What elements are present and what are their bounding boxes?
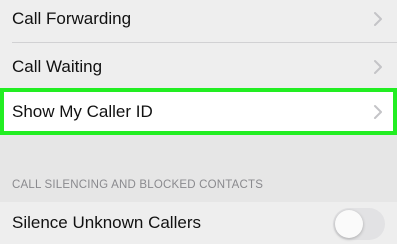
section-header-call-silencing: CALL SILENCING AND BLOCKED CONTACTS bbox=[12, 179, 264, 191]
chevron-right-icon bbox=[374, 12, 382, 26]
toggle-knob bbox=[335, 210, 363, 238]
show-caller-id-label: Show My Caller ID bbox=[12, 101, 153, 121]
call-forwarding-label: Call Forwarding bbox=[12, 9, 132, 28]
chevron-right-icon bbox=[374, 60, 382, 74]
show-caller-id-row[interactable]: Show My Caller ID bbox=[0, 88, 397, 135]
silence-unknown-label: Silence Unknown Callers bbox=[12, 213, 201, 232]
call-waiting-row[interactable]: Call Waiting bbox=[0, 44, 397, 90]
chevron-right-icon bbox=[374, 104, 382, 119]
silence-unknown-toggle[interactable] bbox=[333, 208, 385, 240]
call-forwarding-row[interactable]: Call Forwarding bbox=[0, 0, 397, 42]
call-waiting-label: Call Waiting bbox=[12, 57, 103, 76]
row-separator bbox=[12, 42, 397, 43]
